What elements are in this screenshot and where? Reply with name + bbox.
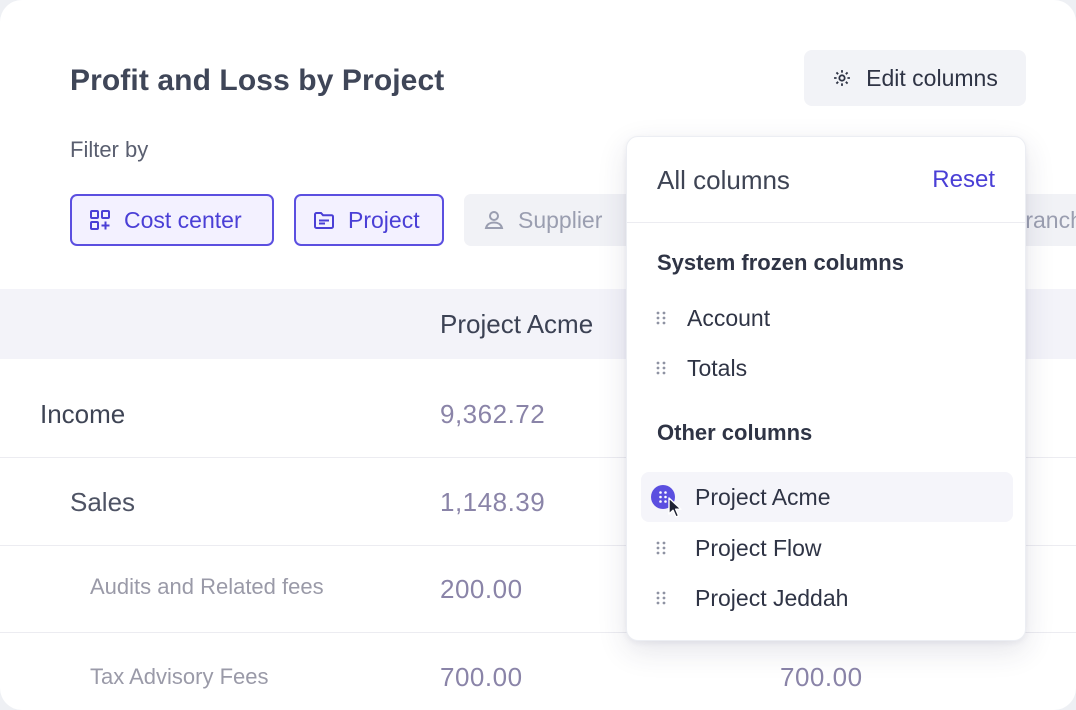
column-item-project-acme[interactable]: Project Acme (641, 472, 1013, 522)
drag-handle-icon[interactable] (655, 540, 667, 556)
filter-label: Filter by (70, 137, 149, 162)
row-label: Income (40, 398, 126, 429)
column-item-totals: Totals (641, 343, 1013, 393)
row-label: Sales (70, 486, 136, 517)
report-card: Profit and Loss by Project Edit columns … (0, 0, 1076, 710)
filter-chip-project[interactable]: Project (294, 194, 444, 246)
filter-chip-label: Project (348, 206, 420, 233)
columns-panel: All columns Reset System frozen columns … (626, 136, 1026, 641)
row-label: Tax Advisory Fees (90, 664, 269, 689)
edit-columns-button[interactable]: Edit columns (804, 50, 1026, 106)
folder-icon (314, 212, 334, 229)
column-item-label: Project Jeddah (695, 584, 849, 611)
row-value: 1,148.39 (440, 486, 546, 517)
frozen-columns-title: System frozen columns (657, 250, 904, 275)
column-item-label: Account (687, 304, 771, 331)
row-value: 700.00 (780, 661, 863, 692)
columns-panel-header: All columns Reset (627, 137, 1025, 223)
row-value: 200.00 (440, 573, 523, 604)
filter-chip-label: Supplier (518, 206, 603, 233)
column-item-label: Totals (687, 354, 748, 381)
drag-handle-icon (656, 361, 666, 375)
drag-handle-icon[interactable] (655, 590, 667, 606)
grid-plus-icon (90, 210, 110, 230)
row-value: 700.00 (440, 661, 523, 692)
edit-columns-label: Edit columns (866, 64, 998, 91)
filter-chip-cost-center[interactable]: Cost center (70, 194, 274, 246)
table-row: Tax Advisory Fees 700.00 700.00 (0, 633, 1076, 710)
gear-icon (834, 70, 851, 86)
column-item-label: Project Acme (695, 483, 831, 510)
column-item-label: Project Flow (695, 534, 822, 561)
filter-chip-label: Cost center (124, 206, 242, 233)
reset-button[interactable]: Reset (932, 166, 995, 194)
row-value: 9,362.72 (440, 398, 546, 429)
column-header-project-acme: Project Acme (440, 309, 594, 339)
column-item-project-jeddah[interactable]: Project Jeddah (641, 573, 1013, 623)
column-item-account: Account (641, 293, 1013, 343)
row-label: Audits and Related fees (90, 574, 324, 599)
column-item-project-flow[interactable]: Project Flow (641, 523, 1013, 573)
columns-panel-title: All columns (657, 165, 790, 195)
page-title: Profit and Loss by Project (70, 64, 445, 97)
user-icon (484, 211, 504, 229)
mouse-cursor-icon (668, 497, 682, 518)
drag-handle-icon (656, 311, 666, 325)
other-columns-title: Other columns (657, 420, 813, 445)
